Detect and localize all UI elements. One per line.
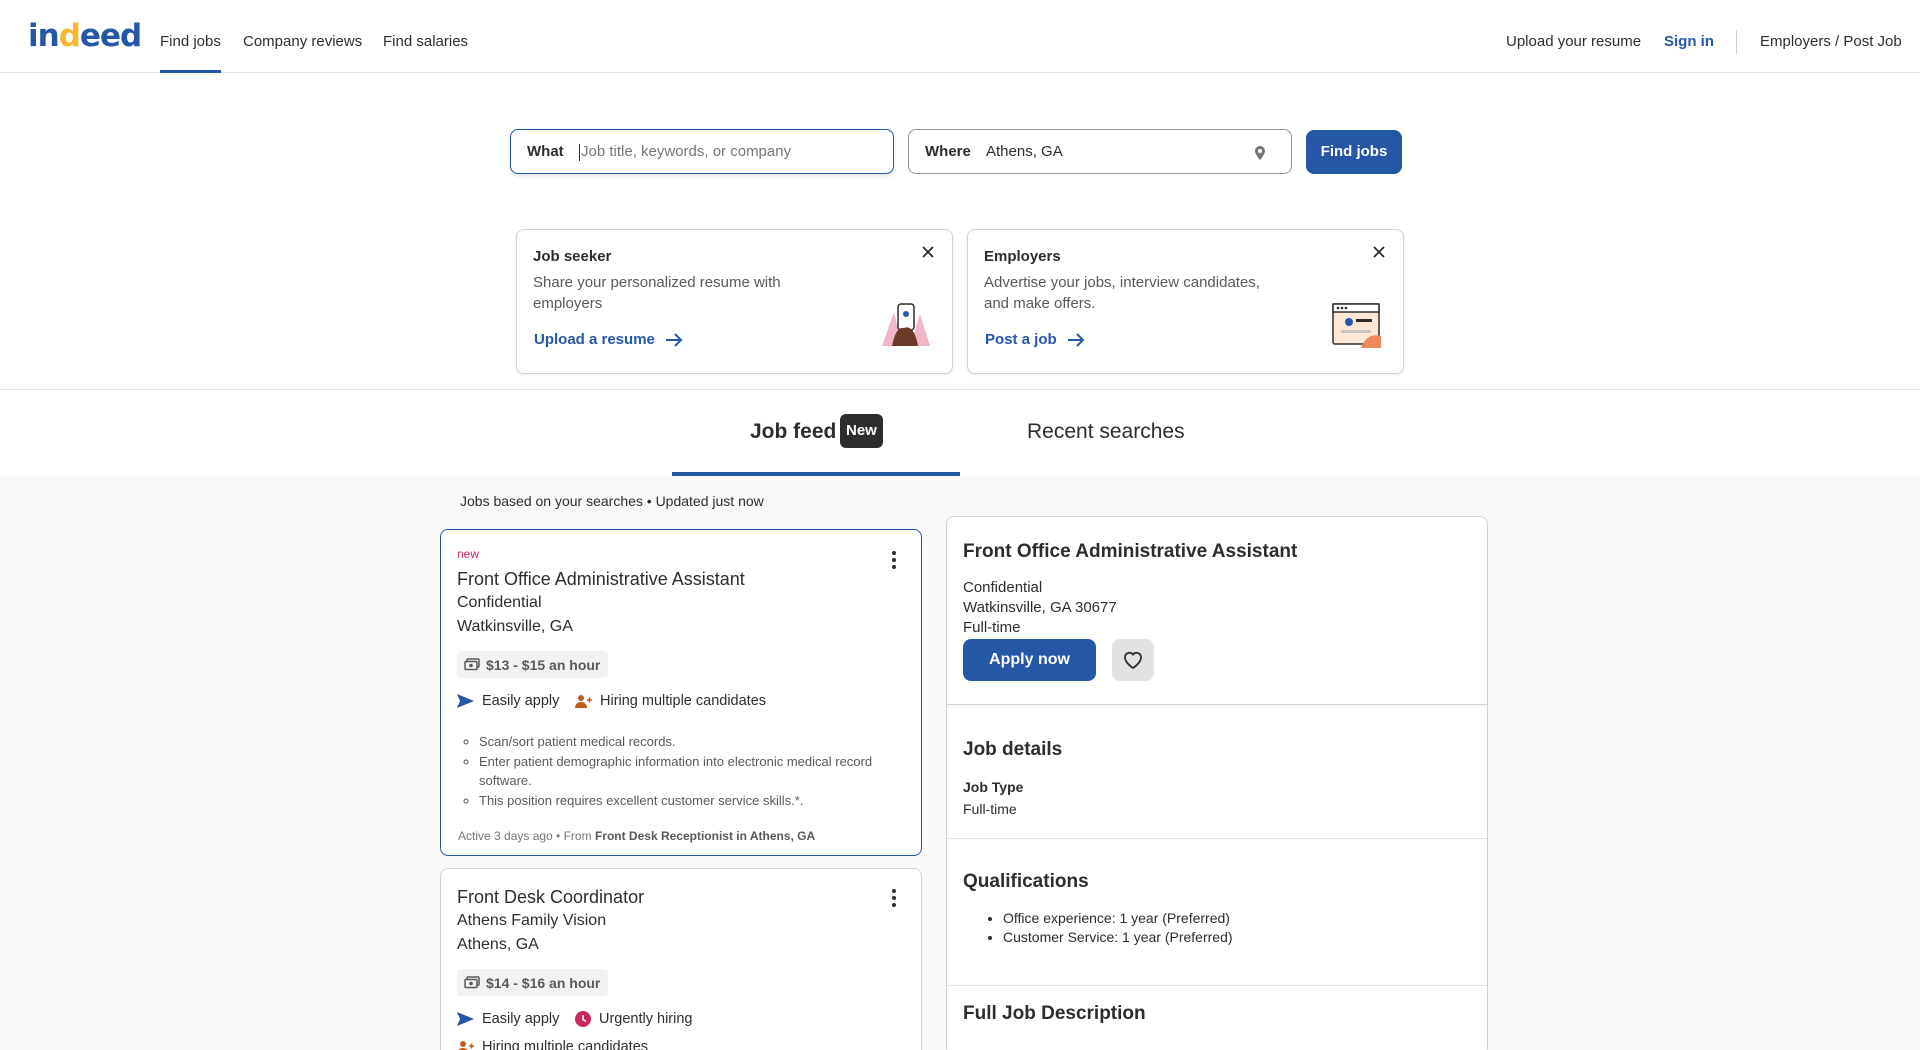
clock-icon [575,1011,591,1027]
section-divider [0,389,1920,390]
full-job-description-heading: Full Job Description [963,1003,1146,1024]
promo-title: Employers [984,248,1061,265]
upload-resume-link[interactable]: Upload your resume [1506,0,1641,73]
list-item: Enter patient demographic information in… [479,752,899,790]
job-details-heading: Job details [963,739,1063,760]
job-location: Athens, GA [457,936,539,953]
attribute-text: Urgently hiring [599,1011,693,1027]
indeed-logo[interactable]: indeed [28,18,142,54]
tab-job-feed[interactable]: Job feed New [672,390,960,476]
people-icon [458,1041,474,1050]
find-jobs-button[interactable]: Find jobs [1306,130,1402,174]
sign-in-link[interactable]: Sign in [1664,0,1714,73]
promo-description: Share your personalized resume with empl… [533,274,781,312]
company-name: Athens Family Vision [457,912,607,929]
job-detail-header: Front Office Administrative Assistant Co… [947,517,1487,705]
section-divider [947,985,1487,986]
send-icon [457,1012,474,1026]
hiring-multiple-attribute: Hiring multiple candidates [457,1039,648,1050]
salary-badge: $13 - $15 an hour [457,651,609,678]
list-item: Scan/sort patient medical records. [479,732,899,751]
new-tag: new [457,547,480,561]
qualifications-heading: Qualifications [963,871,1089,892]
job-title[interactable]: Front Desk Coordinator [457,887,644,908]
easily-apply-attribute: Easily apply [457,1011,559,1027]
promo-title: Job seeker [533,248,612,265]
job-card[interactable]: Front Desk Coordinator Athens Family Vis… [440,868,922,1050]
promo-link-label: Post a job [985,331,1057,348]
close-icon[interactable] [1373,246,1385,258]
promo-link-label: Upload a resume [534,331,655,348]
salary-text: $13 - $15 an hour [486,656,601,673]
job-seeker-promo-card: Job seeker Share your personalized resum… [516,229,953,374]
nav-find-salaries[interactable]: Find salaries [383,0,468,73]
tab-recent-searches[interactable]: Recent searches [1027,420,1185,444]
attribute-text: Easily apply [482,693,560,709]
job-card[interactable]: new Front Office Administrative Assistan… [440,529,922,856]
map-pin-icon[interactable] [1255,146,1265,160]
heart-icon [1124,651,1142,669]
job-type-label: Job Type [963,779,1024,795]
attribute-text: Hiring multiple candidates [482,1039,649,1050]
new-badge: New [840,414,883,448]
detail-location: Watkinsville, GA 30677 [963,599,1117,616]
job-title[interactable]: Front Office Administrative Assistant [457,569,745,590]
detail-job-title: Front Office Administrative Assistant [963,541,1298,562]
hiring-multiple-attribute: Hiring multiple candidates [575,693,766,709]
where-input[interactable] [986,132,1256,171]
card-meta: Active 3 days ago • From Front Desk Rece… [458,829,815,843]
kebab-menu-icon[interactable] [891,889,897,910]
job-detail-pane: Front Office Administrative Assistant Co… [946,516,1488,1050]
top-header: indeed Find jobs Company reviews Find sa… [0,0,1920,73]
save-job-button[interactable] [1112,639,1154,681]
promo-description: Advertise your jobs, interview candidate… [984,274,1260,312]
section-divider [947,838,1487,839]
company-name: Confidential [457,594,542,611]
attribute-text: Hiring multiple candidates [600,693,767,709]
what-search-field[interactable]: What [510,129,894,174]
feed-caption: Jobs based on your searches • Updated ju… [460,493,764,509]
list-item: Office experience: 1 year (Preferred) [1003,909,1233,928]
where-search-field[interactable]: Where [908,129,1292,174]
list-item: Customer Service: 1 year (Preferred) [1003,928,1233,947]
detail-company[interactable]: Confidential [963,579,1042,596]
upload-resume-promo-link[interactable]: Upload a resume [534,331,683,348]
job-location: Watkinsville, GA [457,618,573,635]
detail-job-type: Full-time [963,619,1021,636]
close-icon[interactable] [922,246,934,258]
nav-divider [1736,30,1737,54]
nav-find-jobs[interactable]: Find jobs [160,0,221,73]
send-icon [457,694,474,708]
employers-post-job-link[interactable]: Employers / Post Job [1760,0,1902,73]
salary-badge: $14 - $16 an hour [457,969,609,996]
job-snippet-list: Scan/sort patient medical records. Enter… [479,732,899,811]
post-job-promo-link[interactable]: Post a job [985,331,1085,348]
what-input[interactable] [581,132,881,171]
meta-source: Front Desk Receptionist in Athens, GA [594,829,816,843]
tab-job-feed-label: Job feed [750,420,837,443]
text-caret [579,144,580,161]
arrow-right-icon [665,332,683,347]
what-label: What [527,143,564,160]
easily-apply-attribute: Easily apply [457,693,559,709]
kebab-menu-icon[interactable] [891,551,897,572]
apply-now-button[interactable]: Apply now [963,639,1096,681]
qualifications-list: Office experience: 1 year (Preferred) Cu… [1003,909,1233,947]
employers-promo-card: Employers Advertise your jobs, interview… [967,229,1404,374]
arrow-right-icon [1067,332,1085,347]
meta-prefix: Active 3 days ago • From [458,829,592,843]
job-post-illustration-icon [1332,303,1381,348]
list-item: This position requires excellent custome… [479,791,899,810]
money-icon [464,976,480,989]
urgently-hiring-attribute: Urgently hiring [575,1011,693,1027]
money-icon [464,658,480,671]
salary-text: $14 - $16 an hour [486,974,601,991]
attribute-text: Easily apply [482,1011,560,1027]
resume-phone-illustration-icon [882,303,930,346]
where-label: Where [925,143,971,160]
people-icon [575,695,592,708]
job-type-value: Full-time [963,801,1017,817]
nav-company-reviews[interactable]: Company reviews [243,0,362,73]
